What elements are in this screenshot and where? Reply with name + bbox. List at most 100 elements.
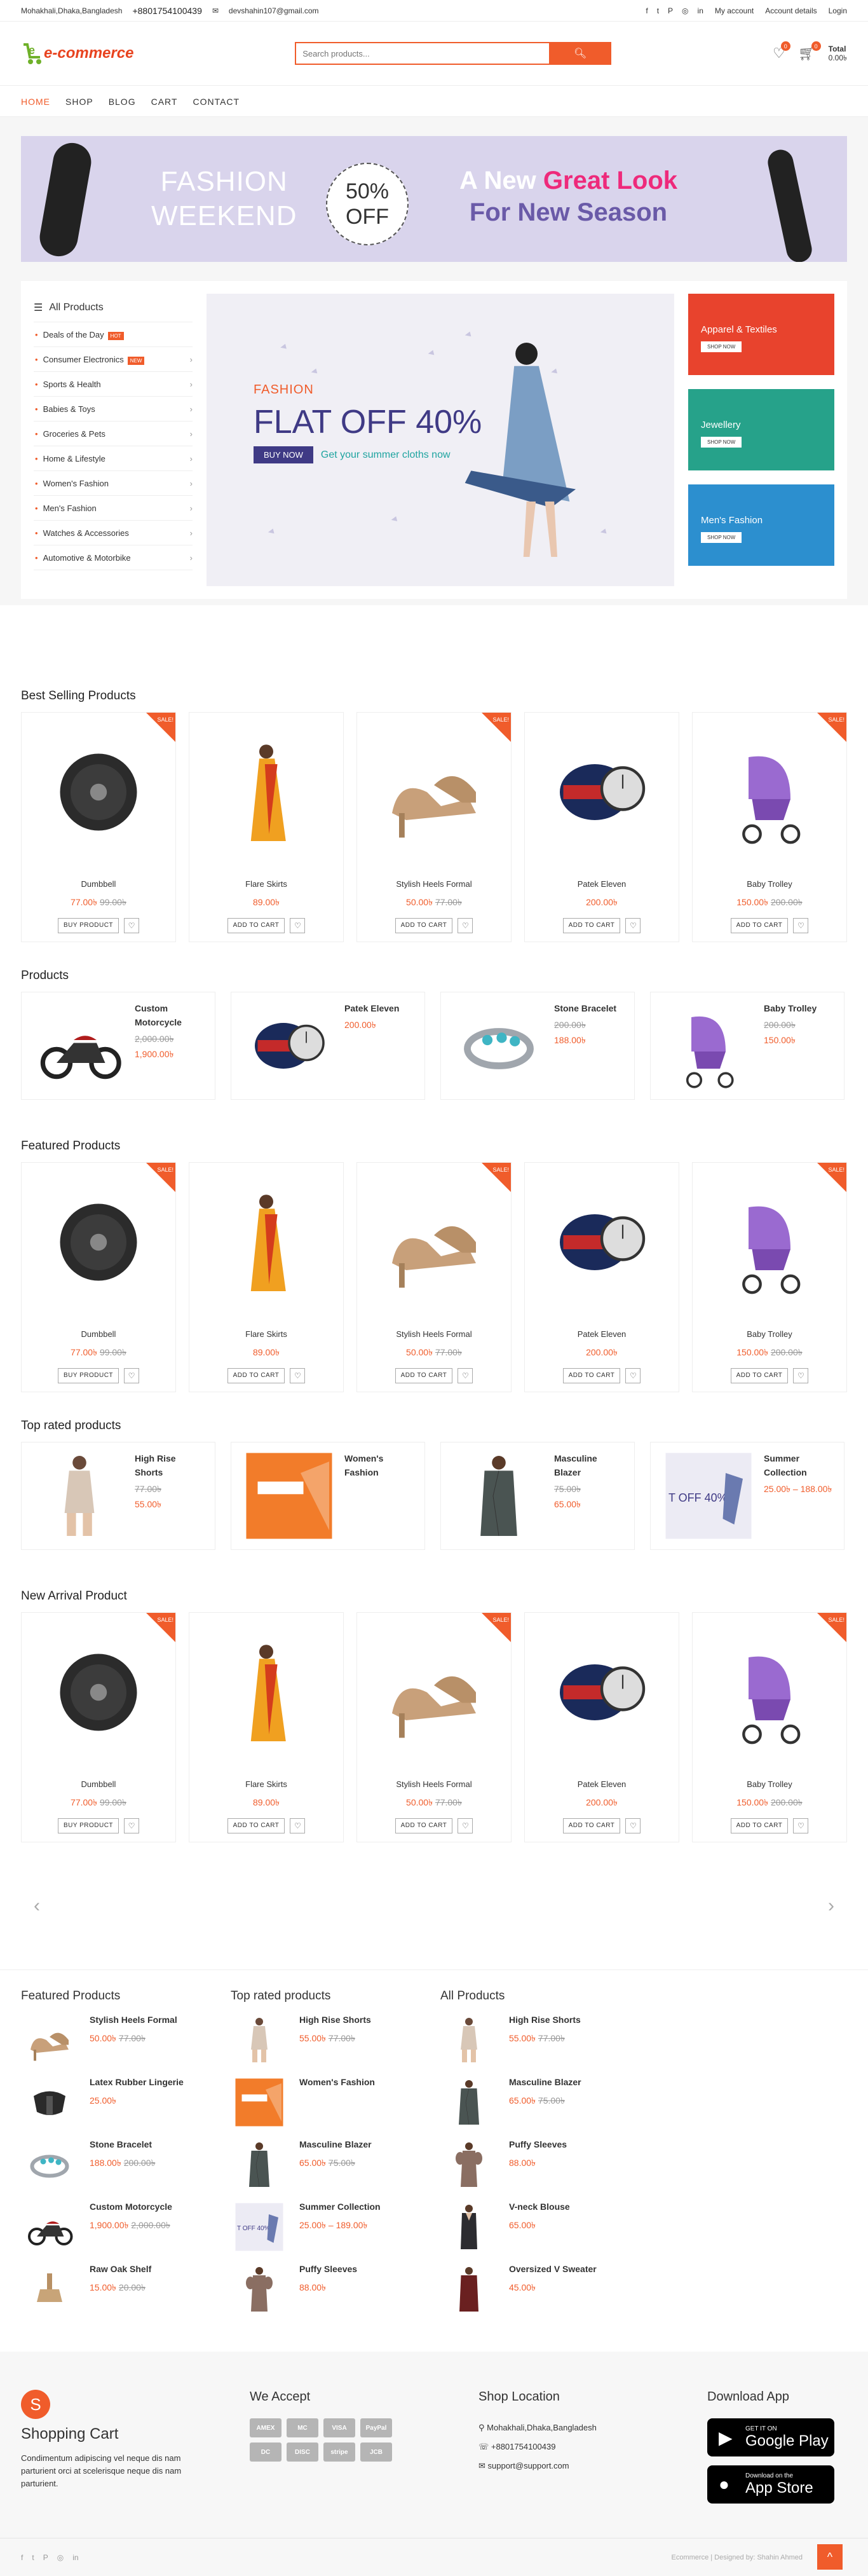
product-name[interactable]: Custom Motorcycle	[135, 1001, 205, 1029]
nav-blog[interactable]: BLOG	[109, 97, 136, 107]
add-to-cart-button[interactable]: ADD TO CART	[730, 918, 789, 933]
product-thumb[interactable]	[231, 2077, 288, 2128]
product-name[interactable]: Women's Fashion	[299, 2077, 375, 2087]
footer-product-item[interactable]: High Rise Shorts 55.00৳ 77.00৳	[231, 2015, 402, 2077]
product-name[interactable]: Women's Fashion	[344, 1451, 414, 1479]
hero-buy-now-button[interactable]: BUY NOW	[254, 446, 313, 463]
product-card-horizontal[interactable]: Stone Bracelet 200.00৳ 188.00৳	[440, 992, 635, 1100]
product-image[interactable]	[32, 998, 127, 1093]
wishlist-heart-icon[interactable]: ♡	[458, 1368, 473, 1383]
product-image[interactable]	[241, 998, 337, 1093]
facebook-icon[interactable]: f	[21, 2553, 23, 2562]
footer-product-item[interactable]: Oversized V Sweater 45.00৳	[440, 2264, 612, 2326]
wishlist-heart-icon[interactable]: ♡	[124, 918, 140, 933]
footer-product-item[interactable]: Custom Motorcycle 1,900.00৳ 2,000.00৳	[21, 2202, 193, 2264]
carousel-next-icon[interactable]: ›	[828, 1895, 834, 1917]
product-name[interactable]: Flare Skirts	[189, 1779, 343, 1789]
product-name[interactable]: Flare Skirts	[189, 879, 343, 889]
wishlist-heart-icon[interactable]: ♡	[458, 918, 473, 933]
category-item[interactable]: • Men's Fashion ›	[34, 496, 193, 521]
product-thumb[interactable]	[21, 2077, 78, 2128]
footer-product-item[interactable]: Masculine Blazer 65.00৳ 75.00৳	[231, 2139, 402, 2202]
cart-total[interactable]: Total 0.00৳	[829, 45, 847, 62]
product-name[interactable]: Dumbbell	[22, 1779, 175, 1789]
product-name[interactable]: Stone Bracelet	[554, 1001, 624, 1015]
add-to-cart-button[interactable]: BUY PRODUCT	[57, 1818, 119, 1833]
product-name[interactable]: High Rise Shorts	[135, 1451, 205, 1479]
product-card[interactable]: SALE! Stylish Heels Formal 50.00৳ 77.00৳ AD…	[356, 1162, 512, 1392]
add-to-cart-button[interactable]: ADD TO CART	[227, 1818, 285, 1833]
footer-product-item[interactable]: Stylish Heels Formal 50.00৳ 77.00৳	[21, 2015, 193, 2077]
twitter-icon[interactable]: t	[657, 6, 659, 15]
product-thumb[interactable]	[231, 2264, 288, 2315]
product-thumb[interactable]	[440, 2139, 498, 2190]
wishlist-heart-icon[interactable]: ♡	[290, 1818, 306, 1833]
product-name[interactable]: Stylish Heels Formal	[357, 1329, 511, 1339]
footer-product-item[interactable]: Masculine Blazer 65.00৳ 75.00৳	[440, 2077, 612, 2139]
footer-product-item[interactable]: High Rise Shorts 55.00৳ 77.00৳	[440, 2015, 612, 2077]
wishlist-heart-icon[interactable]: ♡	[793, 1368, 809, 1383]
footer-email[interactable]: support@support.com	[488, 2461, 569, 2470]
product-name[interactable]: Stylish Heels Formal	[357, 1779, 511, 1789]
product-card[interactable]: Flare Skirts 89.00৳ ADD TO CART ♡	[189, 1612, 344, 1842]
linkedin-icon[interactable]: in	[72, 2553, 78, 2562]
product-name[interactable]: Patek Eleven	[344, 1001, 414, 1015]
product-name[interactable]: Masculine Blazer	[554, 1451, 624, 1479]
product-image[interactable]	[189, 713, 343, 872]
product-name[interactable]: Baby Trolley	[764, 1001, 834, 1015]
app-store-button[interactable]: ● Download on the App Store	[707, 2465, 834, 2504]
product-image[interactable]	[189, 1613, 343, 1772]
product-thumb[interactable]	[21, 2139, 78, 2190]
category-item[interactable]: • Sports & Health ›	[34, 372, 193, 397]
product-card-horizontal[interactable]: Custom Motorcycle 2,000.00৳ 1,900.00৳	[21, 992, 215, 1100]
nav-contact[interactable]: CONTACT	[193, 97, 240, 107]
product-name[interactable]: Dumbbell	[22, 879, 175, 889]
product-name[interactable]: Puffy Sleeves	[509, 2139, 567, 2149]
product-card[interactable]: SALE! Baby Trolley 150.00৳ 200.00৳ ADD TO C…	[692, 712, 847, 942]
nav-shop[interactable]: SHOP	[65, 97, 93, 107]
product-image[interactable]	[661, 998, 756, 1093]
search-button[interactable]: 🔍︎	[549, 42, 612, 65]
product-image[interactable]	[451, 998, 546, 1093]
product-image[interactable]	[451, 1448, 546, 1544]
category-item[interactable]: • Watches & Accessories ›	[34, 521, 193, 545]
footer-product-item[interactable]: Stone Bracelet 188.00৳ 200.00৳	[21, 2139, 193, 2202]
product-name[interactable]: Summer Collection	[299, 2202, 381, 2212]
product-image[interactable]	[241, 1448, 337, 1544]
product-name[interactable]: Masculine Blazer	[299, 2139, 372, 2149]
add-to-cart-button[interactable]: BUY PRODUCT	[57, 918, 119, 933]
twitter-icon[interactable]: t	[32, 2553, 34, 2562]
footer-product-item[interactable]: Raw Oak Shelf 15.00৳ 20.00৳	[21, 2264, 193, 2326]
scroll-top-button[interactable]: ^	[817, 2544, 843, 2570]
product-name[interactable]: Patek Eleven	[525, 1779, 679, 1789]
add-to-cart-button[interactable]: ADD TO CART	[562, 1818, 621, 1833]
product-thumb[interactable]	[440, 2077, 498, 2128]
category-item[interactable]: • Automotive & Motorbike ›	[34, 545, 193, 570]
cart-button[interactable]: 🛒︎ 0	[798, 41, 821, 62]
product-image[interactable]: T OFF 40%	[661, 1448, 756, 1544]
wishlist-heart-icon[interactable]: ♡	[124, 1818, 140, 1833]
product-name[interactable]: Masculine Blazer	[509, 2077, 581, 2087]
side-banner-button[interactable]: SHOP NOW	[701, 532, 742, 543]
carousel-prev-icon[interactable]: ‹	[34, 1895, 40, 1917]
add-to-cart-button[interactable]: ADD TO CART	[227, 1368, 285, 1383]
product-name[interactable]: Puffy Sleeves	[299, 2264, 357, 2274]
product-name[interactable]: Summer Collection	[764, 1451, 834, 1479]
my-account-link[interactable]: My account	[715, 6, 754, 15]
product-name[interactable]: Baby Trolley	[693, 1329, 846, 1339]
product-card[interactable]: SALE! Dumbbell 77.00৳ 99.00৳ BUY PRODUCT ♡	[21, 1612, 176, 1842]
instagram-icon[interactable]: ◎	[57, 2553, 64, 2562]
footer-product-item[interactable]: T OFF 40% Summer Collection 25.00৳ – 189.0…	[231, 2202, 402, 2264]
product-card-horizontal[interactable]: Women's Fashion	[231, 1442, 425, 1550]
product-thumb[interactable]	[440, 2202, 498, 2252]
product-card[interactable]: SALE! Stylish Heels Formal 50.00৳ 77.00৳ AD…	[356, 712, 512, 942]
product-card-horizontal[interactable]: Masculine Blazer 75.00৳ 65.00৳	[440, 1442, 635, 1550]
category-item[interactable]: • Consumer Electronics NEW ›	[34, 347, 193, 372]
product-card[interactable]: Patek Eleven 200.00৳ ADD TO CART ♡	[524, 1162, 679, 1392]
product-image[interactable]	[525, 713, 679, 872]
add-to-cart-button[interactable]: ADD TO CART	[395, 1818, 453, 1833]
add-to-cart-button[interactable]: ADD TO CART	[730, 1818, 789, 1833]
promo-banner[interactable]: FASHION WEEKEND 50% OFF A New Great Look F…	[21, 136, 847, 262]
footer-product-item[interactable]: Latex Rubber Lingerie 25.00৳	[21, 2077, 193, 2139]
footer-product-item[interactable]: Puffy Sleeves 88.00৳	[440, 2139, 612, 2202]
